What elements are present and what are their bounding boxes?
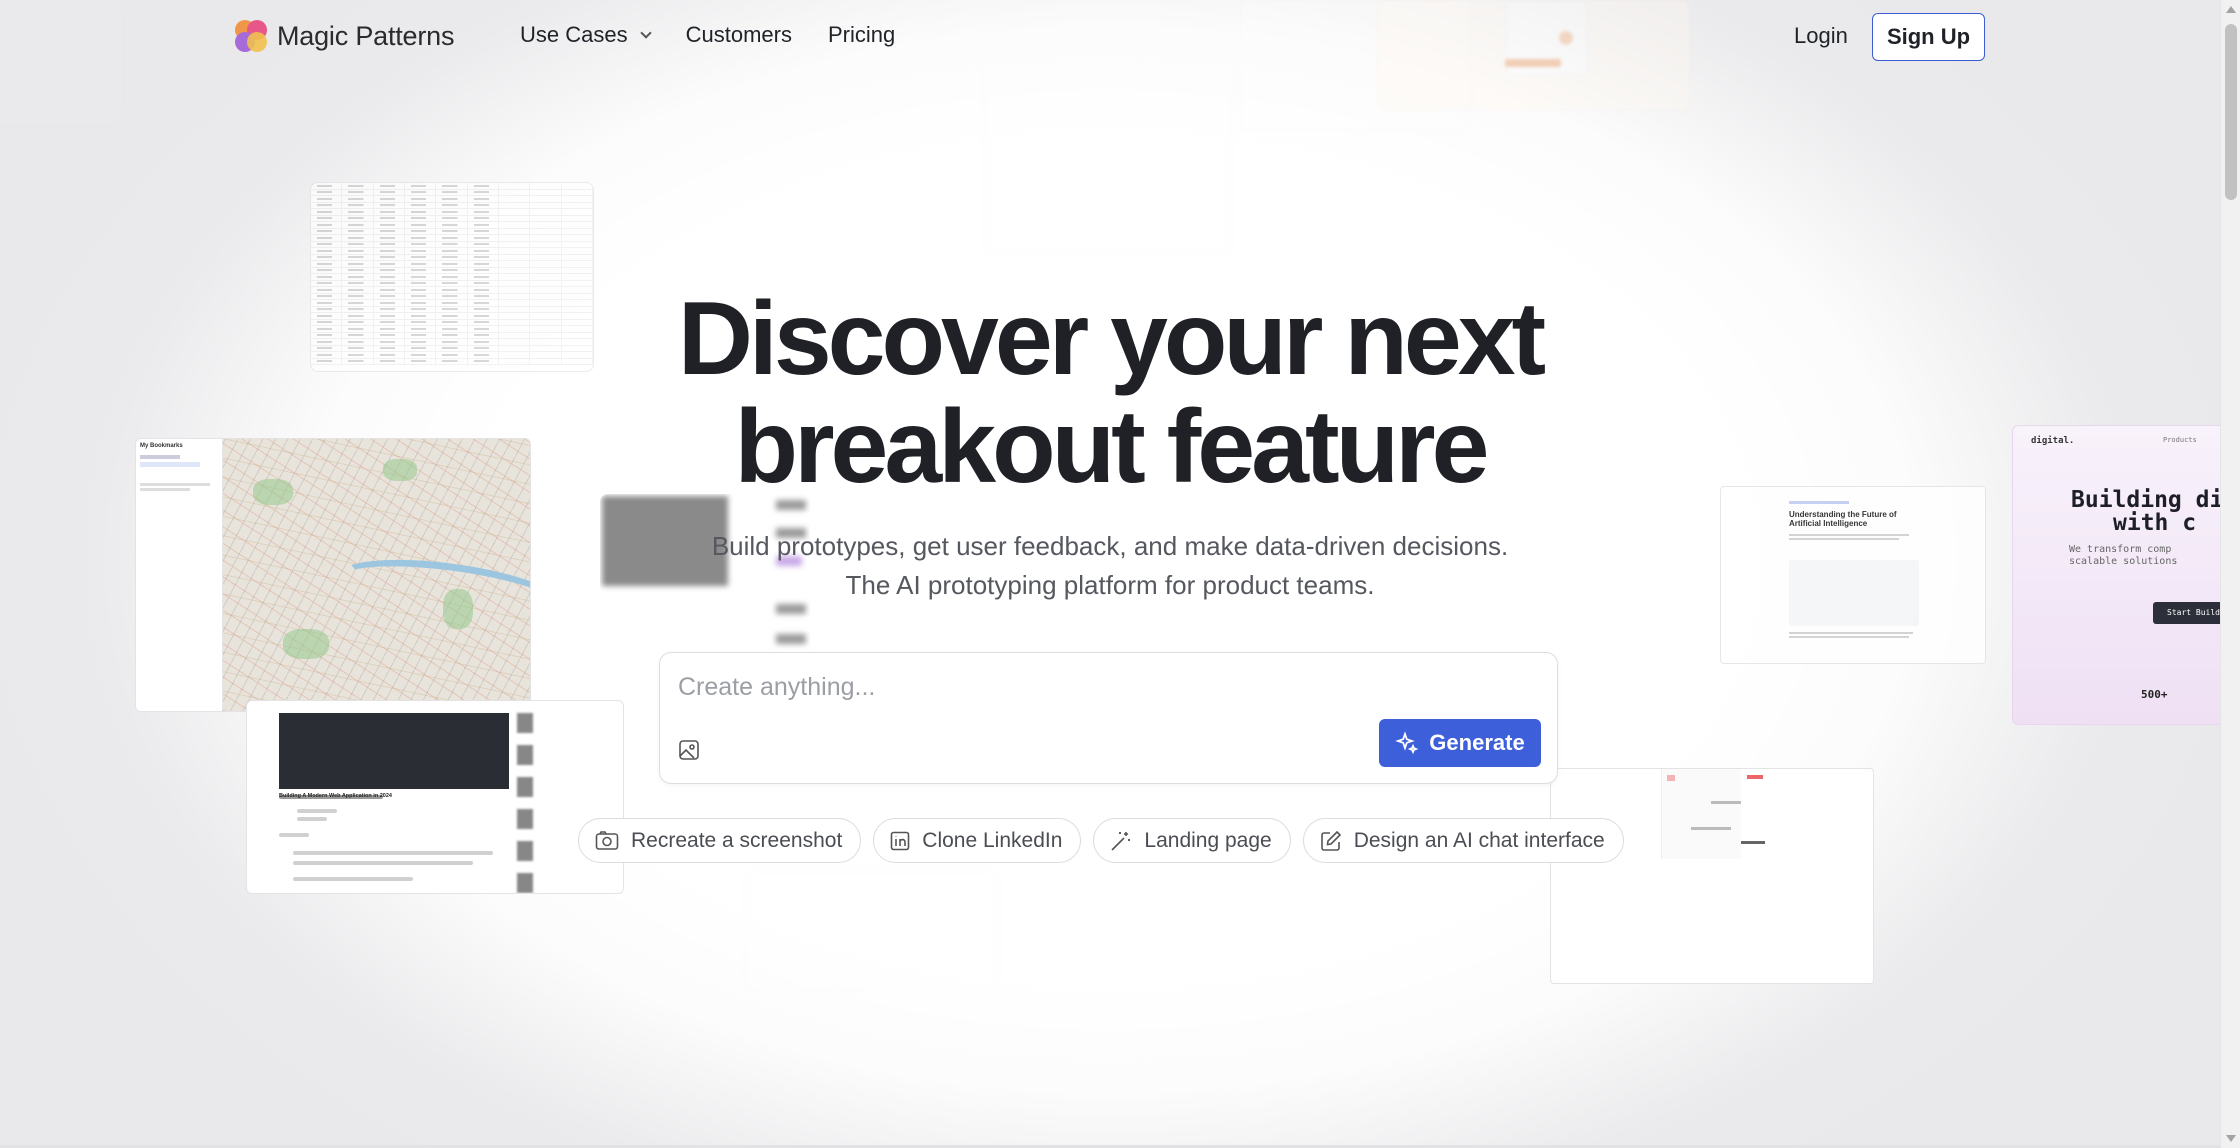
video-player — [279, 713, 509, 789]
preview-video-page: Building A Modern Web Application in 202… — [246, 700, 624, 894]
brand-name: Magic Patterns — [277, 20, 455, 51]
nav-pricing[interactable]: Pricing — [828, 22, 895, 48]
hero-headline-line-2: breakout feature — [734, 389, 1490, 505]
nav-pricing-label: Pricing — [827, 22, 896, 47]
generate-button[interactable]: Generate — [1379, 719, 1541, 767]
sparkles-icon — [1395, 731, 1419, 755]
article-toc — [1789, 560, 1919, 626]
edit-icon — [1320, 830, 1341, 851]
preview-card-bottom-center — [746, 870, 998, 990]
magic-wand-icon — [1111, 831, 1131, 851]
preview-article-page: Understanding the Future of Artificial I… — [1720, 486, 1986, 664]
nav-use-cases-label: Use Cases — [520, 22, 628, 47]
chip-label: Recreate a screenshot — [631, 828, 843, 852]
page-scrollbar[interactable] — [2220, 0, 2240, 1148]
digital-nav: Products — [2163, 436, 2197, 444]
map-panel-title: My Bookmarks — [140, 443, 183, 449]
article-title: Understanding the Future of Artificial I… — [1789, 510, 1897, 528]
linkedin-icon — [890, 831, 910, 850]
digital-stat: 500+ — [2141, 688, 2168, 701]
scroll-thumb[interactable] — [2225, 24, 2237, 200]
chip-label: Design an AI chat interface — [1353, 828, 1605, 852]
generate-label: Generate — [1429, 730, 1525, 755]
image-upload-icon[interactable] — [678, 739, 700, 761]
chevron-down-icon — [639, 26, 652, 39]
top-navigation: Magic Patterns Use Cases Customers Prici… — [0, 0, 2220, 74]
suggestion-chips: Recreate a screenshot Clone LinkedIn Lan… — [578, 818, 1624, 863]
nav-customers-label: Customers — [685, 22, 792, 47]
login-link[interactable]: Login — [1794, 23, 1848, 49]
chip-label: Clone LinkedIn — [922, 828, 1063, 852]
hero-subline: Build prototypes, get user feedback, and… — [560, 527, 1660, 605]
chip-landing-page[interactable]: Landing page — [1093, 818, 1291, 863]
hero-headline: Discover your next breakout feature — [600, 285, 1620, 501]
map-area — [223, 439, 530, 711]
nav-use-cases[interactable]: Use Cases — [520, 22, 652, 48]
scroll-up-arrow-icon[interactable] — [2226, 6, 2236, 13]
preview-card-bottom-right — [1550, 768, 1874, 984]
map-sidebar: My Bookmarks — [136, 439, 223, 711]
digital-headline: Building di with c — [2071, 487, 2224, 536]
nav-customers[interactable]: Customers — [686, 22, 792, 48]
preview-spreadsheet — [310, 182, 594, 372]
digital-brand: digital. — [2031, 436, 2075, 446]
chip-label: Landing page — [1144, 828, 1272, 852]
scroll-down-arrow-icon[interactable] — [2226, 1135, 2236, 1142]
chip-ai-chat-interface[interactable]: Design an AI chat interface — [1302, 818, 1624, 863]
preview-digital-landing: digital. Products Building di with c We … — [2012, 425, 2240, 725]
brand-logo[interactable]: Magic Patterns — [233, 18, 454, 54]
chip-clone-linkedin[interactable]: Clone LinkedIn — [873, 818, 1082, 863]
digital-subline: We transform comp scalable solutions — [2069, 544, 2178, 567]
nav-links: Use Cases Customers Pricing — [520, 22, 931, 48]
preview-card-top-center — [985, 48, 1231, 252]
prompt-box: Generate — [659, 652, 1558, 784]
signup-button[interactable]: Sign Up — [1872, 13, 1985, 61]
preview-map-app: My Bookmarks — [135, 438, 531, 712]
prompt-input[interactable] — [678, 673, 1518, 702]
camera-icon — [595, 830, 619, 850]
magic-patterns-logo-icon — [233, 18, 269, 54]
hero-subline-line-2: The AI prototyping platform for product … — [845, 570, 1375, 600]
hero-headline-line-1: Discover your next — [677, 281, 1546, 397]
chip-recreate-screenshot[interactable]: Recreate a screenshot — [578, 818, 862, 863]
hero-subline-line-1: Build prototypes, get user feedback, and… — [711, 531, 1509, 561]
video-title: Building A Modern Web Application in 202… — [279, 793, 392, 799]
